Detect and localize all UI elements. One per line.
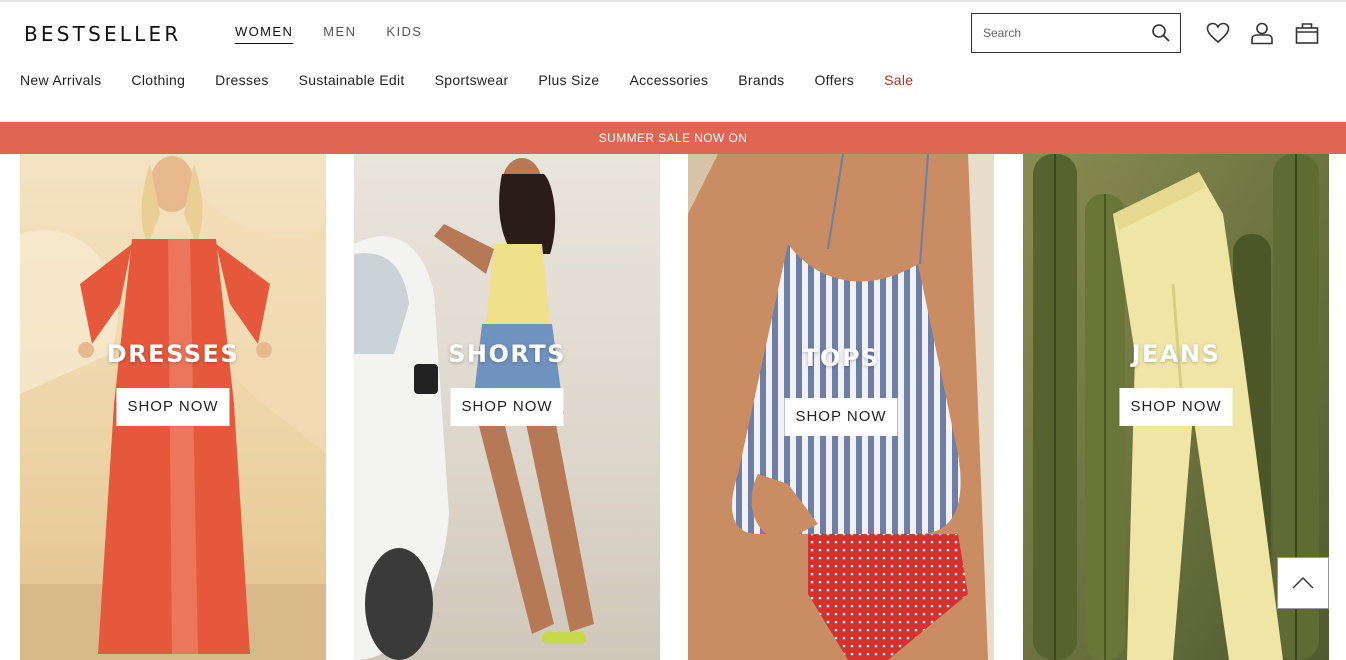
nav-sustainable-edit[interactable]: Sustainable Edit [299, 72, 405, 88]
tile-dresses[interactable]: DRESSES SHOP NOW [20, 154, 326, 660]
tile-title-tops: TOPS [802, 344, 880, 372]
brand-logo[interactable]: BESTSELLER [24, 22, 181, 46]
tile-title-jeans: JEANS [1131, 340, 1221, 368]
nav-sale[interactable]: Sale [884, 72, 913, 88]
promo-banner[interactable]: SUMMER SALE NOW ON [0, 122, 1346, 154]
nav-dresses[interactable]: Dresses [215, 72, 268, 88]
shopping-bag-icon[interactable] [1293, 19, 1321, 47]
tile-tops[interactable]: TOPS SHOP NOW [688, 154, 994, 660]
nav-clothing[interactable]: Clothing [131, 72, 185, 88]
search-input[interactable] [983, 26, 1150, 40]
promo-banner-text: SUMMER SALE NOW ON [598, 131, 748, 145]
shop-now-dresses-button[interactable]: SHOP NOW [116, 388, 230, 426]
tile-title-shorts: SHORTS [448, 340, 566, 368]
category-nav: New Arrivals Clothing Dresses Sustainabl… [20, 72, 943, 88]
heart-icon[interactable] [1204, 19, 1232, 47]
shop-now-jeans-button[interactable]: SHOP NOW [1119, 388, 1233, 426]
nav-accessories[interactable]: Accessories [629, 72, 708, 88]
chevron-up-icon [1292, 577, 1314, 589]
site-header: BESTSELLER WOMEN MEN KIDS New Arrivals C… [0, 2, 1346, 122]
tab-women[interactable]: WOMEN [235, 24, 294, 44]
user-icon[interactable] [1248, 19, 1276, 47]
tile-title-dresses: DRESSES [106, 340, 240, 368]
nav-new-arrivals[interactable]: New Arrivals [20, 72, 101, 88]
nav-plus-size[interactable]: Plus Size [538, 72, 599, 88]
nav-offers[interactable]: Offers [814, 72, 854, 88]
tile-shorts[interactable]: SHORTS SHOP NOW [354, 154, 660, 660]
shop-now-tops-button[interactable]: SHOP NOW [784, 398, 898, 436]
tab-men[interactable]: MEN [323, 24, 356, 44]
back-to-top-button[interactable] [1277, 557, 1329, 609]
tab-kids[interactable]: KIDS [386, 24, 422, 44]
search-icon[interactable] [1150, 22, 1172, 44]
search-box [971, 13, 1181, 53]
shop-now-shorts-button[interactable]: SHOP NOW [450, 388, 564, 426]
nav-brands[interactable]: Brands [738, 72, 784, 88]
category-tiles: DRESSES SHOP NOW SHORTS SHOP NOW TOPS SH… [0, 154, 1346, 660]
nav-sportswear[interactable]: Sportswear [435, 72, 509, 88]
gender-tabs: WOMEN MEN KIDS [235, 24, 422, 44]
